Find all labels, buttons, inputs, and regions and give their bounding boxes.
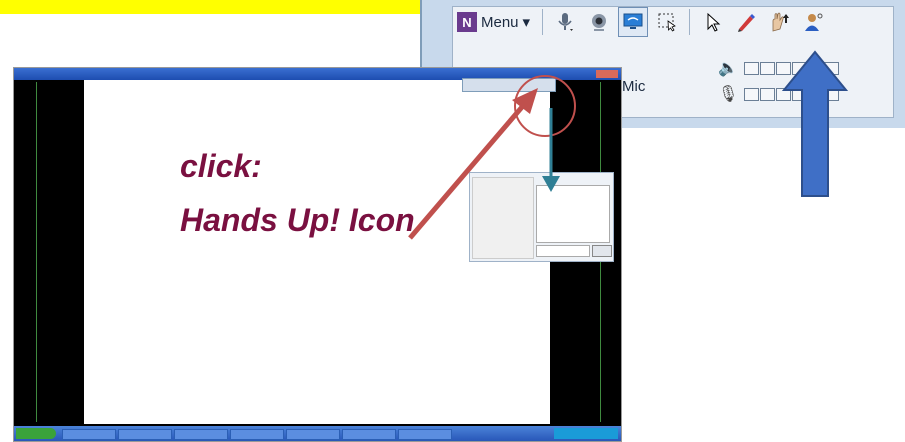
teal-arrow-head	[542, 176, 560, 192]
annotation-line-2: Hands Up! Icon	[180, 202, 415, 238]
annotation-line-1: click:	[180, 148, 262, 184]
red-arrow-line	[408, 98, 530, 240]
annotation-arrows	[408, 75, 576, 240]
